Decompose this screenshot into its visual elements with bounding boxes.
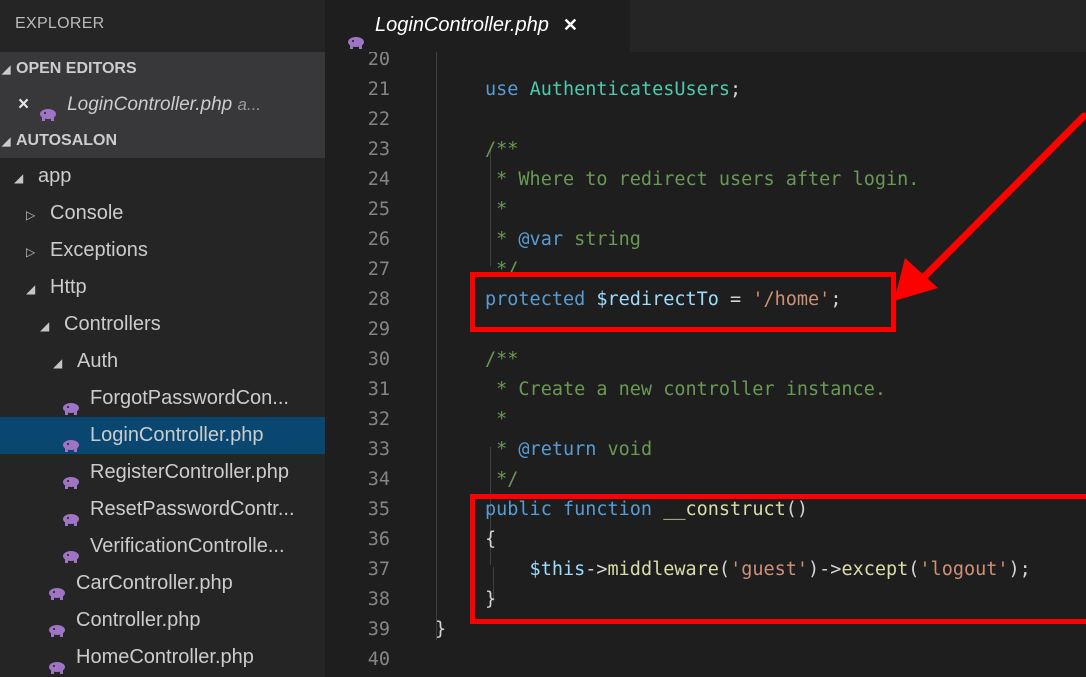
annotation-arrow	[894, 112, 1086, 301]
